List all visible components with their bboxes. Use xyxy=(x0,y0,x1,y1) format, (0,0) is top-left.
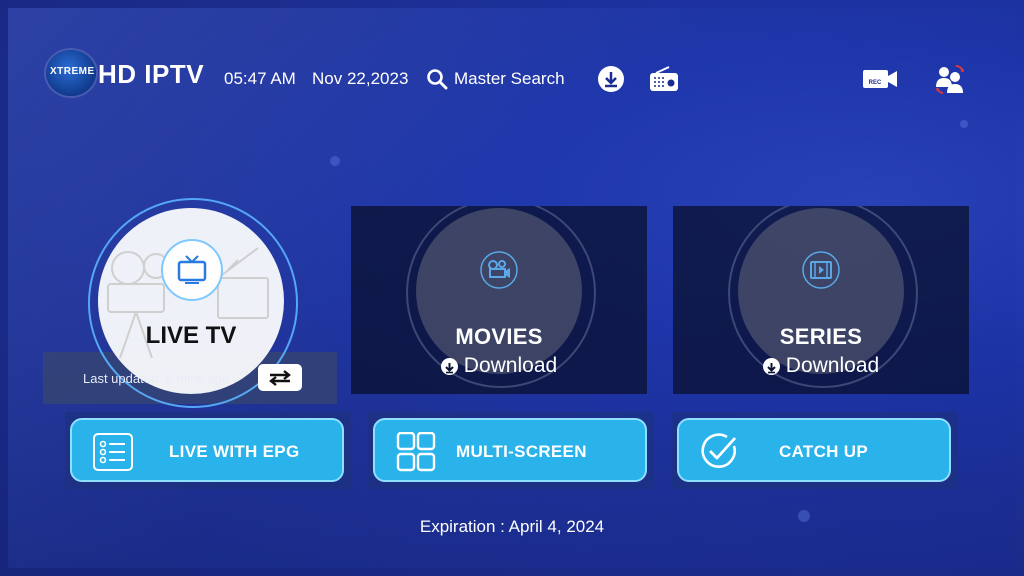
clock-time: 05:47 AM xyxy=(224,69,296,88)
expiration-text: Expiration : April 4, 2024 xyxy=(419,517,605,536)
series-download-button[interactable]: Download xyxy=(673,354,969,378)
catch-up-button[interactable]: CATCH UP xyxy=(677,418,951,482)
app-title: HD IPTV xyxy=(98,59,205,89)
switch-user-icon[interactable] xyxy=(934,63,966,95)
movies-download-button[interactable]: Download xyxy=(351,354,647,378)
movies-tile[interactable]: MOVIES Download xyxy=(351,206,647,394)
refresh-icon xyxy=(269,370,291,386)
search-label: Master Search xyxy=(454,69,565,88)
tv-icon xyxy=(161,239,223,301)
catch-up-wrap: CATCH UP xyxy=(672,412,958,489)
bg-dot xyxy=(330,156,340,166)
live-with-epg-label: LIVE WITH EPG xyxy=(169,442,300,461)
download-icon xyxy=(440,357,458,375)
movies-download-label: Download xyxy=(463,354,558,377)
multi-screen-label: MULTI-SCREEN xyxy=(456,442,587,461)
logo-text: XTREME xyxy=(50,66,95,77)
live-with-epg-button[interactable]: LIVE WITH EPG xyxy=(70,418,344,482)
master-search-button[interactable]: Master Search xyxy=(426,66,565,92)
svg-text:REC: REC xyxy=(869,80,882,86)
movie-camera-icon xyxy=(480,251,518,289)
refresh-button[interactable] xyxy=(258,364,302,391)
clock-date: Nov 22,2023 xyxy=(312,69,409,88)
download-icon[interactable] xyxy=(597,65,625,93)
series-label: SERIES xyxy=(779,324,863,349)
series-download-label: Download xyxy=(785,354,880,377)
last-updated-text: Last updated: 5 mins ago xyxy=(83,371,229,386)
live-epg-wrap: LIVE WITH EPG xyxy=(65,412,351,489)
grid-icon xyxy=(396,432,436,472)
radio-icon[interactable] xyxy=(649,66,679,92)
movies-label: MOVIES xyxy=(455,324,543,349)
search-icon xyxy=(427,69,448,90)
live-tv-label: LIVE TV xyxy=(145,322,237,349)
record-icon[interactable]: REC xyxy=(862,68,898,90)
series-tile[interactable]: SERIES Download xyxy=(673,206,969,394)
film-icon xyxy=(802,251,840,289)
download-icon xyxy=(762,357,780,375)
multi-screen-wrap: MULTI-SCREEN xyxy=(368,412,654,489)
catch-up-label: CATCH UP xyxy=(779,442,868,461)
check-circle-icon xyxy=(701,433,737,468)
multi-screen-button[interactable]: MULTI-SCREEN xyxy=(373,418,647,482)
bg-dot xyxy=(960,120,968,128)
list-icon xyxy=(93,433,133,471)
